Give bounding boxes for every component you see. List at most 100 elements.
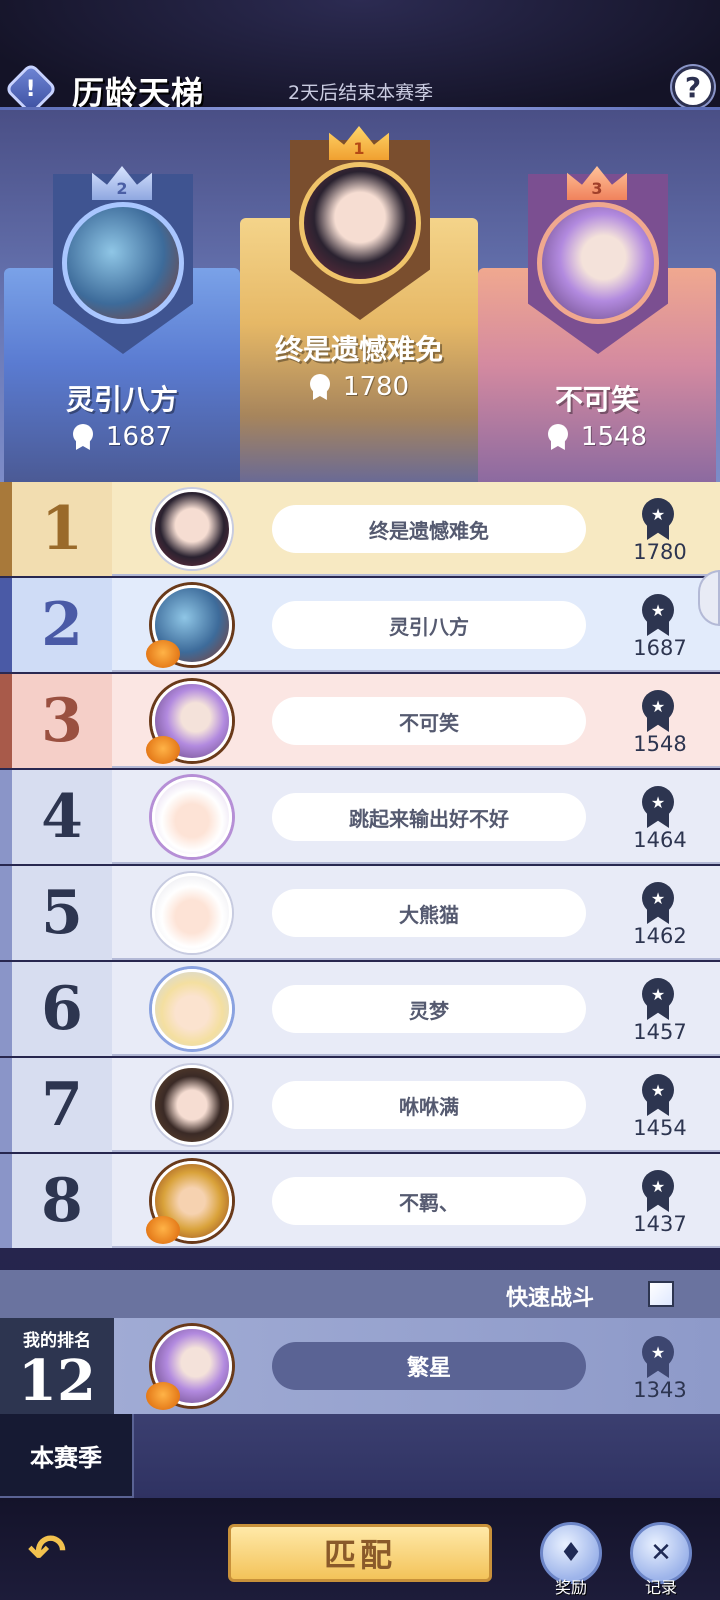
podium-third-name: 不可笑 bbox=[554, 383, 639, 416]
rank-number: 2 bbox=[12, 578, 112, 672]
rank-number: 6 bbox=[12, 962, 112, 1056]
medal-icon: ★ bbox=[640, 690, 676, 732]
my-rank-number: 12 bbox=[18, 1348, 96, 1414]
leaderboard-row[interactable]: 3 不可笑 ★ 1548 bbox=[0, 674, 720, 768]
pumpkin-decoration-icon bbox=[146, 1216, 180, 1244]
podium-score-value: 1780 bbox=[342, 372, 410, 402]
gold-crown-icon: 1 bbox=[329, 126, 389, 160]
row-accent-stripe bbox=[0, 962, 12, 1056]
player-avatar[interactable] bbox=[152, 489, 232, 569]
header-bar: ! 历龄天梯 2天后结束本赛季 ? bbox=[0, 0, 720, 116]
player-score: 1780 bbox=[633, 540, 687, 564]
my-score: 1343 bbox=[633, 1378, 687, 1402]
medal-icon: ★ bbox=[640, 1336, 676, 1378]
tab-current-season[interactable]: 本赛季 bbox=[0, 1414, 134, 1498]
podium-second-score: 1687 bbox=[4, 422, 240, 452]
podium-first-score: 1780 bbox=[241, 372, 477, 402]
player-avatar[interactable] bbox=[152, 969, 232, 1049]
player-name: 大熊猫 bbox=[272, 889, 586, 937]
rank-number: 7 bbox=[12, 1058, 112, 1152]
player-name: 灵梦 bbox=[272, 985, 586, 1033]
row-accent-stripe bbox=[0, 674, 12, 768]
medal-icon: ★ bbox=[640, 1074, 676, 1116]
medal-icon: ★ bbox=[640, 978, 676, 1020]
row-accent-stripe bbox=[0, 866, 12, 960]
leaderboard-row[interactable]: 2 灵引八方 ★ 1687 bbox=[0, 578, 720, 672]
my-rank-box: 我的排名 12 bbox=[0, 1318, 114, 1414]
player-score: 1464 bbox=[633, 828, 687, 852]
my-player-name: 繁星 bbox=[272, 1342, 586, 1390]
quick-battle-label: 快速战斗 bbox=[506, 1286, 595, 1311]
leaderboard-row[interactable]: 4 跳起来输出好不好 ★ 1464 bbox=[0, 770, 720, 864]
row-accent-stripe bbox=[0, 482, 12, 576]
match-button[interactable]: 匹配 bbox=[228, 1524, 492, 1582]
quick-battle-checkbox[interactable] bbox=[648, 1281, 674, 1307]
player-name: 不可笑 bbox=[272, 697, 586, 745]
player-score: 1548 bbox=[633, 732, 687, 756]
leaderboard-row[interactable]: 1 终是遗憾难免 ★ 1780 bbox=[0, 482, 720, 576]
reward-label: 奖励 bbox=[554, 1578, 587, 1597]
medal-icon: ★ bbox=[640, 1170, 676, 1212]
medal-icon: ★ bbox=[640, 786, 676, 828]
row-accent-stripe bbox=[0, 578, 12, 672]
rank-number: 5 bbox=[12, 866, 112, 960]
podium-score-value: 1548 bbox=[580, 422, 648, 452]
leaderboard-row[interactable]: 8 不羁、 ★ 1437 bbox=[0, 1154, 720, 1248]
player-name: 终是遗憾难免 bbox=[272, 505, 586, 553]
podium-third-avatar[interactable] bbox=[537, 202, 659, 324]
leaderboard-row[interactable]: 6 灵梦 ★ 1457 bbox=[0, 962, 720, 1056]
player-name: 咻咻满 bbox=[272, 1081, 586, 1129]
calendar-icon: ✕ bbox=[650, 1538, 672, 1568]
leaderboard-row[interactable]: 7 咻咻满 ★ 1454 bbox=[0, 1058, 720, 1152]
diamond-icon: ♦ bbox=[559, 1538, 583, 1568]
row-accent-stripe bbox=[0, 1058, 12, 1152]
podium-third-score: 1548 bbox=[479, 422, 715, 452]
player-name: 跳起来输出好不好 bbox=[272, 793, 586, 841]
player-score: 1437 bbox=[633, 1212, 687, 1236]
bronze-crown-icon: 3 bbox=[567, 166, 627, 200]
podium-first-name: 终是遗憾难免 bbox=[274, 333, 443, 366]
pumpkin-decoration-icon bbox=[146, 736, 180, 764]
medal-icon: ★ bbox=[640, 498, 676, 540]
top-three-podium: 2 1 3 灵引八方 终是遗憾难免 不可笑 1687 1780 1548 bbox=[0, 110, 720, 482]
pumpkin-decoration-icon bbox=[146, 640, 180, 668]
rank-number: 1 bbox=[12, 482, 112, 576]
player-avatar[interactable] bbox=[152, 1065, 232, 1145]
player-avatar[interactable] bbox=[152, 873, 232, 953]
player-avatar[interactable] bbox=[152, 777, 232, 857]
info-button[interactable]: ! bbox=[4, 62, 58, 116]
podium-second-avatar[interactable] bbox=[62, 202, 184, 324]
info-icon: ! bbox=[25, 76, 37, 102]
question-mark-icon: ? bbox=[684, 70, 702, 104]
rank-number: 8 bbox=[12, 1154, 112, 1248]
medal-icon bbox=[547, 424, 569, 450]
quick-battle-bar: 快速战斗 bbox=[0, 1270, 720, 1318]
leaderboard-list[interactable]: 1 终是遗憾难免 ★ 1780 2 灵引八方 ★ 1687 3 不可笑 ★ 15… bbox=[0, 482, 720, 1270]
medal-icon bbox=[72, 424, 94, 450]
silver-crown-icon: 2 bbox=[92, 166, 152, 200]
leaderboard-row[interactable]: 5 大熊猫 ★ 1462 bbox=[0, 866, 720, 960]
medal-icon: ★ bbox=[640, 594, 676, 636]
row-accent-stripe bbox=[0, 770, 12, 864]
back-arrow-icon: ↶ bbox=[27, 1524, 67, 1578]
back-button[interactable]: ↶ bbox=[18, 1522, 76, 1580]
medal-icon: ★ bbox=[640, 882, 676, 924]
help-button[interactable]: ? bbox=[672, 66, 714, 108]
player-score: 1462 bbox=[633, 924, 687, 948]
podium-score-value: 1687 bbox=[105, 422, 173, 452]
pumpkin-decoration-icon bbox=[146, 1382, 180, 1410]
row-accent-stripe bbox=[0, 1154, 12, 1248]
podium-second-name: 灵引八方 bbox=[65, 383, 178, 416]
player-score: 1687 bbox=[633, 636, 687, 660]
page-title: 历龄天梯 bbox=[72, 74, 205, 112]
player-name: 灵引八方 bbox=[272, 601, 586, 649]
season-countdown: 2天后结束本赛季 bbox=[288, 82, 434, 104]
rank-number: 3 bbox=[12, 674, 112, 768]
player-name: 不羁、 bbox=[272, 1177, 586, 1225]
player-score: 1454 bbox=[633, 1116, 687, 1140]
podium-first-avatar[interactable] bbox=[299, 162, 421, 284]
record-label: 记录 bbox=[644, 1578, 677, 1597]
my-rank-row[interactable]: 我的排名 12 繁星 ★ 1343 bbox=[0, 1318, 720, 1414]
player-score: 1457 bbox=[633, 1020, 687, 1044]
medal-icon bbox=[309, 374, 331, 400]
